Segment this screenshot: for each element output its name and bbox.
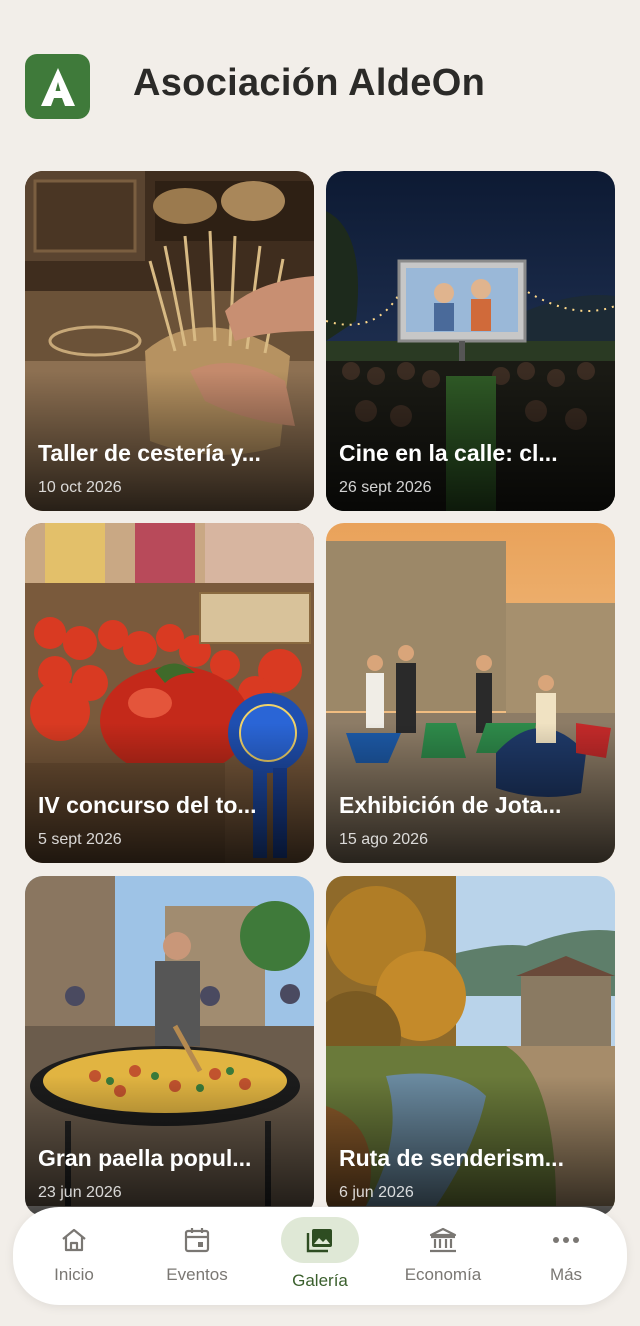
- gallery-card[interactable]: Exhibición de Jota... 15 ago 2026: [326, 523, 615, 863]
- gallery-card[interactable]: Cine en la calle: cl... 26 sept 2026: [326, 171, 615, 511]
- page-title: Asociación AldeOn: [133, 62, 486, 104]
- nav-label: Galería: [292, 1271, 348, 1290]
- card-title: Gran paella popul...: [38, 1145, 252, 1171]
- nav-item-galeria[interactable]: Galería: [265, 1207, 375, 1305]
- nav-label: Más: [549, 1265, 583, 1284]
- home-icon: [57, 1227, 91, 1253]
- card-date: 6 jun 2026: [339, 1184, 414, 1201]
- card-title: Exhibición de Jota...: [339, 792, 562, 818]
- more-icon: [549, 1227, 583, 1253]
- card-date: 23 jun 2026: [38, 1184, 122, 1201]
- logo-a-icon: [40, 67, 75, 106]
- card-title: Taller de cestería y...: [38, 440, 261, 466]
- calendar-icon: [180, 1227, 214, 1253]
- nav-label: Eventos: [166, 1265, 228, 1284]
- app-header: Asociación AldeOn: [0, 0, 640, 160]
- bank-icon: [426, 1227, 460, 1253]
- card-date: 10 oct 2026: [38, 479, 122, 496]
- app-logo[interactable]: [25, 54, 90, 119]
- card-date: 15 ago 2026: [339, 831, 428, 848]
- nav-label: Economía: [404, 1265, 482, 1284]
- card-title: Ruta de senderism...: [339, 1145, 564, 1171]
- gallery-card[interactable]: Gran paella popul... 23 jun 2026: [25, 876, 314, 1216]
- gallery-icon: [303, 1227, 337, 1253]
- nav-item-eventos[interactable]: Eventos: [142, 1207, 252, 1305]
- card-title: IV concurso del to...: [38, 792, 257, 818]
- gallery-card[interactable]: Ruta de senderism... 6 jun 2026: [326, 876, 615, 1216]
- card-date: 26 sept 2026: [339, 479, 432, 496]
- nav-item-economia[interactable]: Economía: [388, 1207, 498, 1305]
- nav-label: Inicio: [54, 1265, 94, 1284]
- bottom-navigation: Inicio Eventos Galería Economía Más: [13, 1207, 627, 1305]
- gallery-card[interactable]: IV concurso del to... 5 sept 2026: [25, 523, 314, 863]
- nav-item-inicio[interactable]: Inicio: [19, 1207, 129, 1305]
- nav-item-mas[interactable]: Más: [511, 1207, 621, 1305]
- card-title: Cine en la calle: cl...: [339, 440, 558, 466]
- card-date: 5 sept 2026: [38, 831, 122, 848]
- gallery-card[interactable]: Taller de cestería y... 10 oct 2026: [25, 171, 314, 511]
